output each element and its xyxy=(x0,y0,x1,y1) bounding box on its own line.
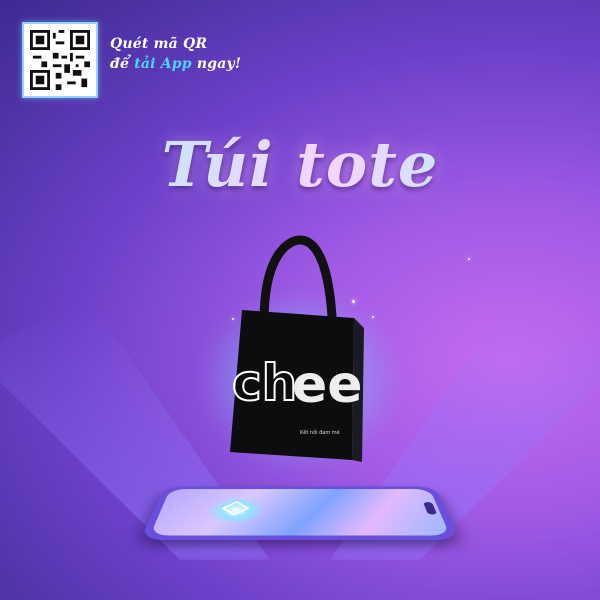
qr-call-to-action: Quét mã QR để tải App ngay! xyxy=(110,34,241,74)
page-title: Túi tote xyxy=(0,128,600,201)
tote-bag-icon: ch ee Kết nối đam mê xyxy=(230,235,364,462)
bag-small-text: Kết nối đam mê xyxy=(300,429,340,436)
qr-code[interactable] xyxy=(22,22,98,98)
cta-prefix: để xyxy=(110,56,130,72)
sparkle xyxy=(468,258,470,260)
phone-screen xyxy=(149,489,451,536)
phone-icon xyxy=(140,486,460,540)
bag-print-text: ee xyxy=(292,355,363,415)
qr-code-icon xyxy=(30,30,90,90)
cta-line-1: Quét mã QR xyxy=(110,36,208,52)
cta-line-2: để tải App ngay! xyxy=(110,54,241,74)
cta-highlight: tải App xyxy=(134,56,192,72)
promo-banner: Quét mã QR để tải App ngay! Túi tote ch … xyxy=(0,0,600,600)
cta-suffix: ngay! xyxy=(196,56,242,72)
bag-print-outline: ch xyxy=(232,354,297,412)
